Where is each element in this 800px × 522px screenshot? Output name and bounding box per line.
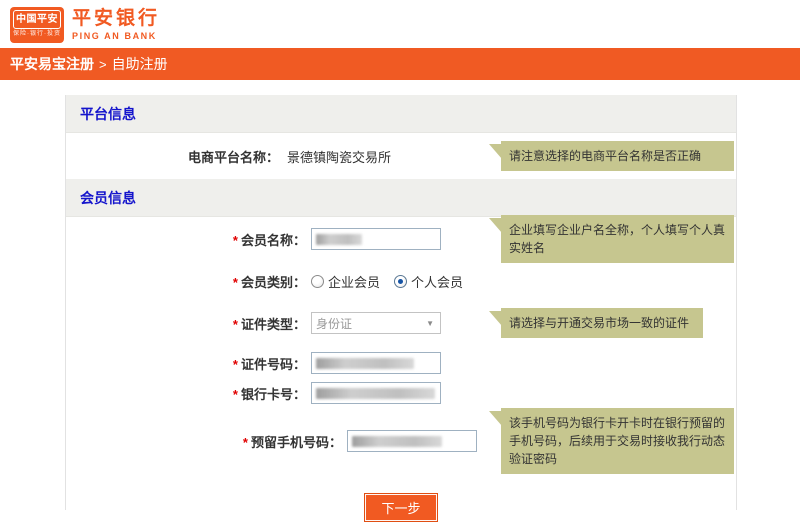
required-marker: * — [243, 435, 248, 450]
bank-card-label: *银行卡号： — [66, 384, 306, 403]
top-header: 中国平安 保险·银行·投资 平安银行 PING AN BANK — [0, 0, 800, 48]
phone-row: *预留手机号码： 该手机号码为银行卡开卡时在银行预留的手机号码，后续用于交易时接… — [66, 429, 736, 453]
required-marker: * — [233, 357, 238, 372]
next-step-button[interactable]: 下一步 — [364, 493, 437, 522]
phone-label: *预留手机号码： — [66, 432, 342, 451]
id-type-callout-text: 请选择与开通交易市场一致的证件 — [509, 316, 689, 330]
pingan-logo-tagline: 保险·银行·投资 — [13, 29, 61, 39]
id-type-row: *证件类型： 身份证 ▼ 请选择与开通交易市场一致的证件 — [66, 311, 736, 335]
radio-personal-label: 个人会员 — [411, 272, 463, 291]
member-type-label: *会员类别： — [66, 272, 306, 291]
registration-panel: 平台信息 电商平台名称： 景德镇陶瓷交易所 请注意选择的电商平台名称是否正确 会… — [65, 95, 737, 510]
platform-callout: 请注意选择的电商平台名称是否正确 — [501, 141, 734, 171]
bank-brand: 平安银行 PING AN BANK — [72, 8, 160, 42]
member-name-row: *会员名称： 企业填写企业户名全称，个人填写个人真实姓名 — [66, 227, 736, 251]
id-type-select[interactable]: 身份证 ▼ — [311, 312, 441, 334]
member-name-callout-text: 企业填写企业户名全称，个人填写个人真实姓名 — [509, 223, 725, 255]
id-type-selected-value: 身份证 — [316, 315, 352, 332]
member-type-row: *会员类别： 企业会员 个人会员 — [66, 269, 736, 293]
platform-callout-text: 请注意选择的电商平台名称是否正确 — [509, 149, 701, 163]
id-type-callout: 请选择与开通交易市场一致的证件 — [501, 308, 703, 338]
radio-company-member[interactable]: 企业会员 — [311, 272, 380, 291]
section-header-platform: 平台信息 — [66, 95, 736, 133]
phone-input[interactable] — [347, 430, 477, 452]
redacted-value — [316, 388, 435, 399]
pingan-logo-text: 中国平安 — [13, 10, 61, 29]
id-number-row: *证件号码： — [66, 351, 736, 375]
id-number-input[interactable] — [311, 352, 441, 374]
button-row: 下一步 — [66, 493, 736, 522]
bank-name-en: PING AN BANK — [72, 30, 160, 42]
section-header-member: 会员信息 — [66, 179, 736, 217]
id-type-label: *证件类型： — [66, 314, 306, 333]
required-marker: * — [233, 317, 238, 332]
member-form: *会员名称： 企业填写企业户名全称，个人填写个人真实姓名 *会员类别： 企业会员… — [66, 217, 736, 522]
phone-callout-text: 该手机号码为银行卡开卡时在银行预留的手机号码，后续用于交易时接收我行动态验证密码 — [509, 416, 725, 466]
callout-pointer-icon — [489, 411, 502, 426]
platform-name-label: 电商平台名称： — [66, 147, 279, 166]
required-marker: * — [233, 387, 238, 402]
breadcrumb-primary: 平安易宝注册 — [10, 56, 94, 72]
callout-pointer-icon — [489, 144, 502, 159]
breadcrumb-current: 自助注册 — [112, 56, 168, 72]
pingan-logo: 中国平安 保险·银行·投资 — [10, 7, 64, 43]
radio-checked-icon — [394, 275, 407, 288]
bank-name-cn: 平安银行 — [72, 8, 160, 30]
redacted-value — [352, 436, 442, 447]
required-marker: * — [233, 233, 238, 248]
callout-pointer-icon — [489, 311, 502, 326]
breadcrumb-separator: > — [94, 57, 112, 72]
member-name-input[interactable] — [311, 228, 441, 250]
bank-card-input[interactable] — [311, 382, 441, 404]
chevron-down-icon: ▼ — [426, 319, 436, 328]
phone-callout: 该手机号码为银行卡开卡时在银行预留的手机号码，后续用于交易时接收我行动态验证密码 — [501, 408, 734, 474]
callout-pointer-icon — [489, 218, 502, 233]
platform-name-value: 景德镇陶瓷交易所 — [287, 147, 391, 166]
member-name-label: *会员名称： — [66, 230, 306, 249]
redacted-value — [316, 358, 414, 369]
redacted-value — [316, 234, 362, 245]
platform-name-row: 电商平台名称： 景德镇陶瓷交易所 请注意选择的电商平台名称是否正确 — [66, 133, 736, 179]
radio-personal-member[interactable]: 个人会员 — [394, 272, 463, 291]
radio-company-label: 企业会员 — [328, 272, 380, 291]
breadcrumb-banner: 平安易宝注册>自助注册 — [0, 48, 800, 80]
required-marker: * — [233, 275, 238, 290]
member-name-callout: 企业填写企业户名全称，个人填写个人真实姓名 — [501, 215, 734, 263]
id-number-label: *证件号码： — [66, 354, 306, 373]
radio-unchecked-icon — [311, 275, 324, 288]
bank-card-row: *银行卡号： — [66, 381, 736, 405]
